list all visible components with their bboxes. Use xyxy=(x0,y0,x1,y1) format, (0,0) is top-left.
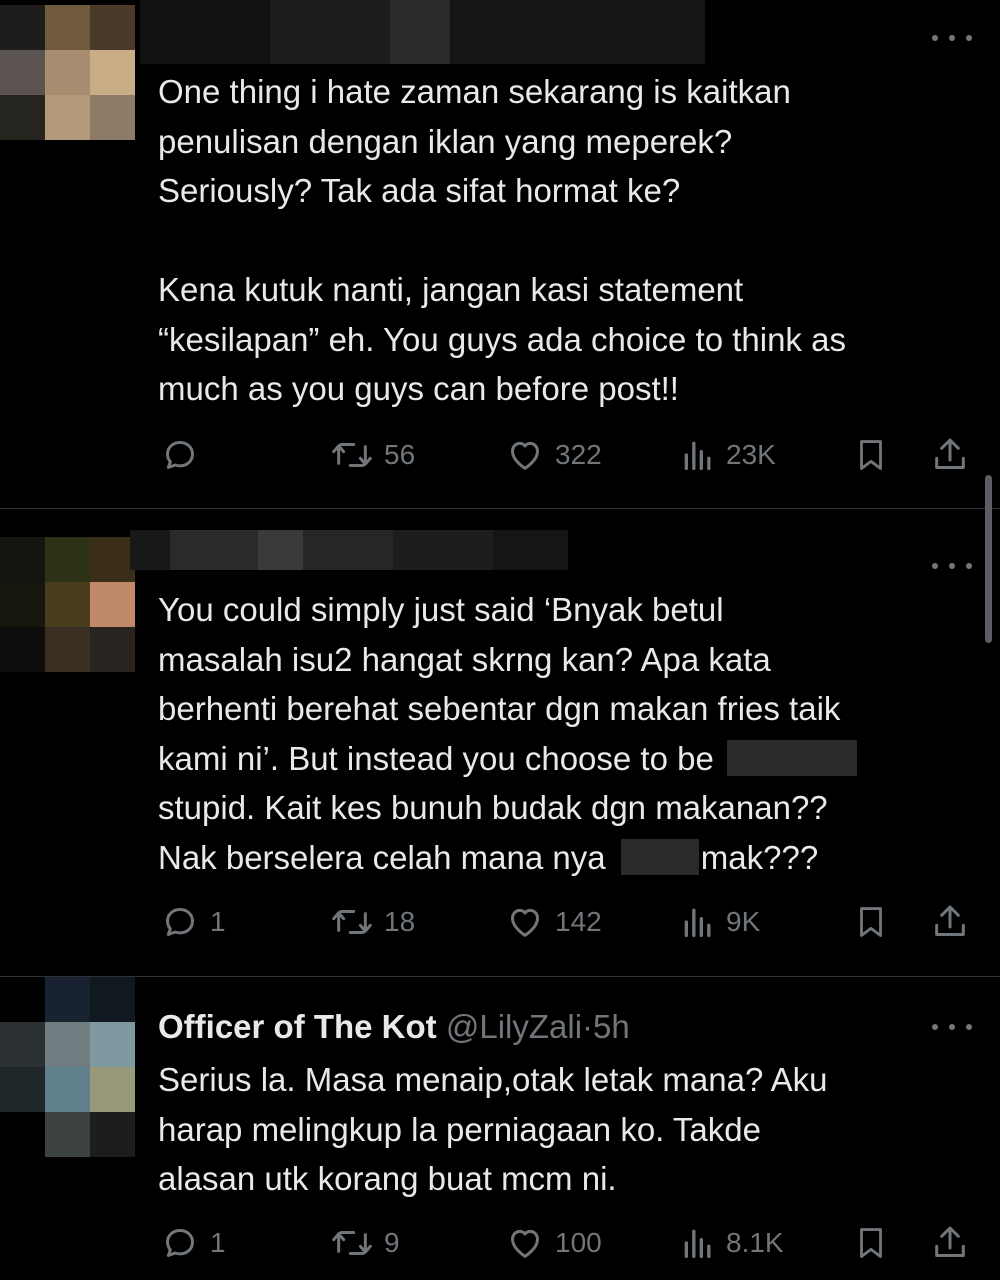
tweet-1[interactable]: One thing i hate zaman sekarang is kaitk… xyxy=(0,0,1000,505)
redacted-word xyxy=(620,838,699,875)
like-button[interactable]: 142 xyxy=(505,897,602,947)
share-icon xyxy=(935,905,965,936)
display-name[interactable]: Officer of The Kot xyxy=(158,1008,437,1045)
repost-button[interactable]: 56 xyxy=(330,430,415,480)
tweet-text: Serius la. Masa menaip,otak letak mana? … xyxy=(158,1055,978,1204)
views-button[interactable]: 23K xyxy=(680,430,776,480)
more-options-icon[interactable] xyxy=(932,1017,972,1037)
redacted-user-name xyxy=(140,0,705,64)
like-button[interactable]: 322 xyxy=(505,430,602,480)
views-icon xyxy=(684,441,711,470)
views-button[interactable]: 8.1K xyxy=(680,1218,784,1268)
tweet-3[interactable]: Officer of The Kot @LilyZali·5h Serius l… xyxy=(0,977,1000,1280)
share-button[interactable] xyxy=(930,897,970,947)
share-icon xyxy=(935,1226,965,1257)
share-icon xyxy=(935,438,965,469)
more-options-icon[interactable] xyxy=(932,28,972,48)
redacted-user-name xyxy=(130,530,568,570)
views-icon xyxy=(684,908,711,937)
views-count: 9K xyxy=(726,906,761,937)
user-handle[interactable]: @LilyZali xyxy=(446,1008,582,1045)
tweet-line: masalah isu2 hangat skrng kan? Apa kata xyxy=(158,640,771,678)
reply-button[interactable]: 1 xyxy=(160,897,226,947)
bookmark-icon xyxy=(860,1228,882,1258)
views-count: 23K xyxy=(726,439,776,470)
reply-icon xyxy=(166,908,194,936)
tweet-line-text: kami ni’. But instead you choose to be xyxy=(158,739,714,777)
separator-dot: · xyxy=(582,1008,594,1045)
share-button[interactable] xyxy=(930,430,970,480)
repost-icon xyxy=(332,443,372,467)
like-count: 142 xyxy=(555,906,602,937)
bookmark-button[interactable] xyxy=(852,430,890,480)
bookmark-icon xyxy=(860,440,882,470)
bookmark-icon xyxy=(860,907,882,937)
tweet-line: Serius la. Masa menaip,otak letak mana? … xyxy=(158,1061,828,1098)
tweet-line: “kesilapan” eh. You guys ada choice to t… xyxy=(158,320,846,358)
tweet-actions: 1 18 142 9K xyxy=(0,897,1000,947)
bookmark-button[interactable] xyxy=(852,897,890,947)
redacted-word xyxy=(727,739,857,776)
tweet-line-text: mak??? xyxy=(700,838,819,876)
bookmark-button[interactable] xyxy=(852,1218,890,1268)
avatar[interactable] xyxy=(0,977,135,1157)
reply-icon xyxy=(166,1229,194,1257)
tweet-2[interactable]: You could simply just said ‘Bnyak betul … xyxy=(0,509,1000,979)
tweet-line: harap melingkup la perniagaan ko. Takde xyxy=(158,1110,761,1148)
tweet-line: penulisan dengan iklan yang meperek? xyxy=(158,122,733,160)
reply-icon xyxy=(166,441,194,469)
repost-icon xyxy=(332,910,372,934)
repost-count: 9 xyxy=(384,1227,400,1258)
timestamp[interactable]: 5h xyxy=(593,1008,630,1045)
tweet-line: Kena kutuk nanti, jangan kasi statement xyxy=(158,271,744,308)
tweet-header: Officer of The Kot @LilyZali·5h xyxy=(158,1005,630,1049)
reply-count: 1 xyxy=(210,906,226,937)
heart-icon xyxy=(511,908,539,937)
views-icon xyxy=(684,1229,711,1258)
tweet-line: kami ni’. But instead you choose to be xyxy=(158,734,978,784)
tweet-line: Seriously? Tak ada sifat hormat ke? xyxy=(158,172,681,209)
tweet-line: much as you guys can before post!! xyxy=(158,370,679,407)
tweet-line: berhenti berehat sebentar dgn makan frie… xyxy=(158,690,841,727)
avatar[interactable] xyxy=(0,537,135,672)
avatar[interactable] xyxy=(0,5,135,140)
tweet-line: One thing i hate zaman sekarang is kaitk… xyxy=(158,73,791,110)
share-button[interactable] xyxy=(930,1218,970,1268)
tweet-line-text: Nak berselera celah mana nya xyxy=(158,838,606,876)
like-button[interactable]: 100 xyxy=(505,1218,602,1268)
repost-button[interactable]: 18 xyxy=(330,897,415,947)
scrollbar[interactable] xyxy=(985,475,992,643)
views-count: 8.1K xyxy=(726,1227,784,1258)
heart-icon xyxy=(511,441,539,470)
views-button[interactable]: 9K xyxy=(680,897,760,947)
repost-count: 56 xyxy=(384,439,416,470)
reply-button[interactable]: 1 xyxy=(160,1218,226,1268)
tweet-line: stupid. Kait kes bunuh budak dgn makanan… xyxy=(158,789,828,826)
tweet-text: One thing i hate zaman sekarang is kaitk… xyxy=(158,67,978,414)
tweet-line-blank xyxy=(158,216,978,266)
reply-button[interactable] xyxy=(160,430,210,480)
like-count: 100 xyxy=(555,1227,602,1258)
tweet-actions: 1 9 100 8.1K xyxy=(0,1218,1000,1268)
tweet-line: You could simply just said ‘Bnyak betul xyxy=(158,591,724,628)
repost-button[interactable]: 9 xyxy=(330,1218,400,1268)
tweet-line: alasan utk korang buat mcm ni. xyxy=(158,1160,617,1197)
tweet-line: Nak berselera celah mana nya mak??? xyxy=(158,833,978,883)
repost-count: 18 xyxy=(384,906,416,937)
heart-icon xyxy=(511,1229,539,1258)
reply-count: 1 xyxy=(210,1227,226,1258)
like-count: 322 xyxy=(555,439,602,470)
more-options-icon[interactable] xyxy=(932,556,972,576)
tweet-text: You could simply just said ‘Bnyak betul … xyxy=(158,585,978,882)
tweet-actions: 56 322 23K xyxy=(0,430,1000,480)
repost-icon xyxy=(332,1231,372,1255)
